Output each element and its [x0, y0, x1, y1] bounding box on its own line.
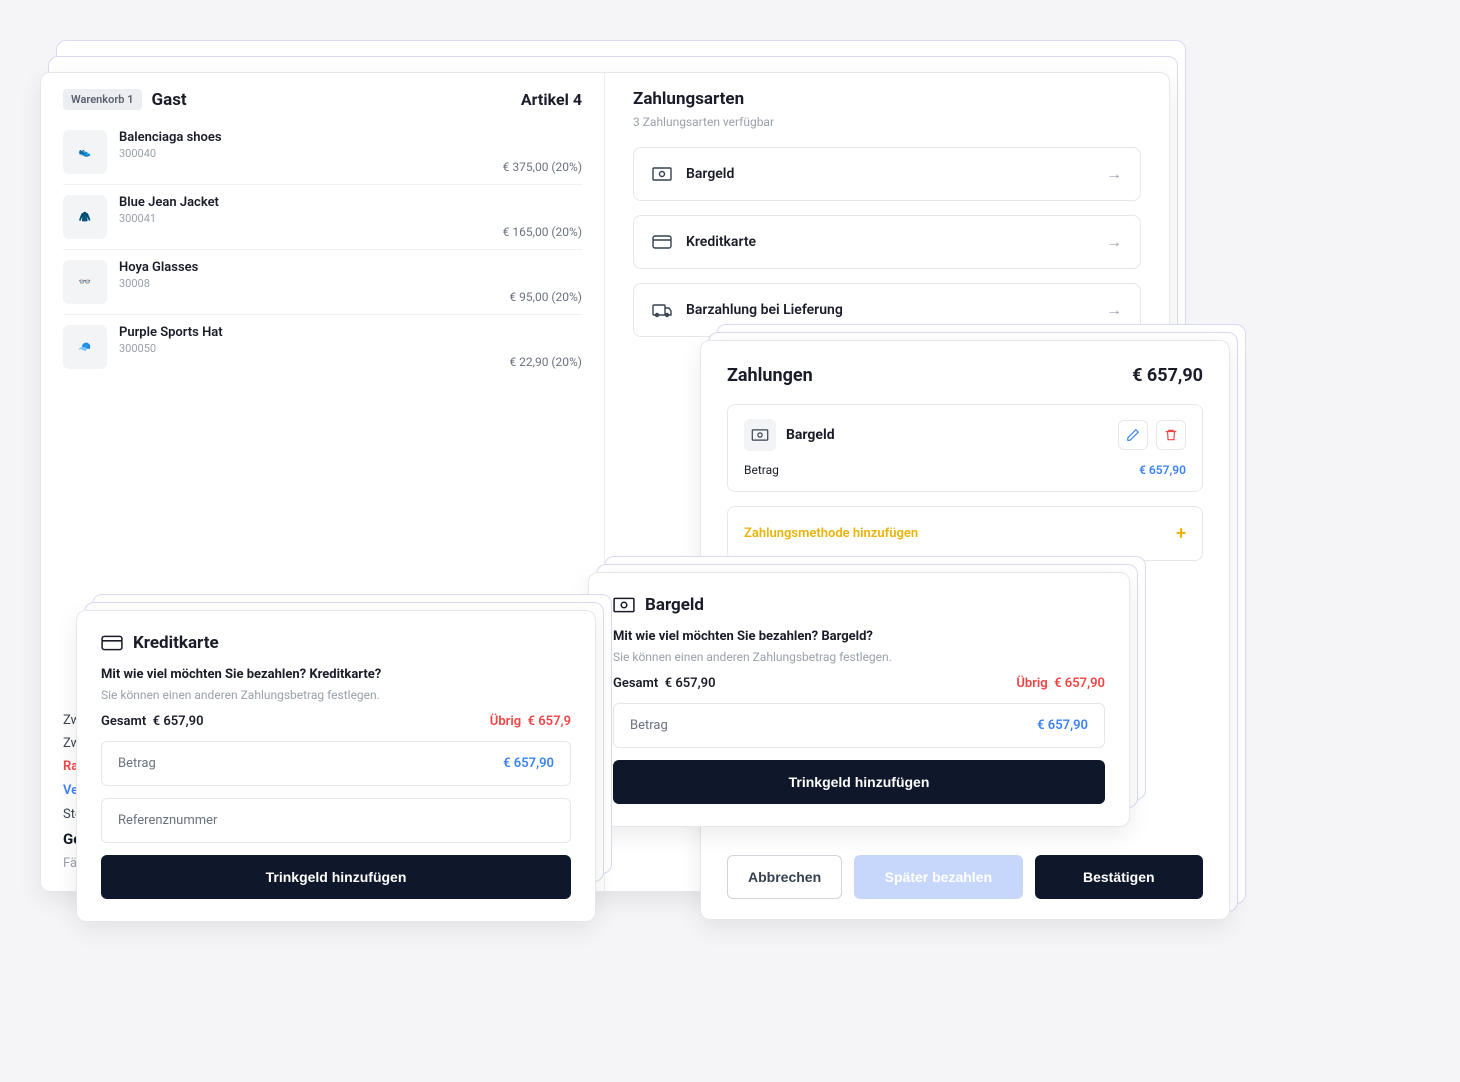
item-image: 🧢 [63, 325, 107, 369]
payments-total: € 657,90 [1132, 365, 1203, 386]
cash-payment-modal: Bargeld Mit wie viel möchten Sie bezahle… [588, 572, 1130, 827]
item-price: € 165,00 (20%) [503, 225, 582, 239]
total-label: Gesamt [613, 676, 658, 691]
add-tip-button[interactable]: Trinkgeld hinzufügen [613, 760, 1105, 804]
remaining-value: € 657,9 [528, 714, 571, 729]
cart-item[interactable]: 🧥 Blue Jean Jacket 300041 € 165,00 (20%) [63, 185, 582, 250]
cart-badge: Warenkorb 1 [63, 89, 142, 110]
payment-option-creditcard[interactable]: Kreditkarte → [633, 215, 1141, 269]
payment-amount-value: € 657,90 [1139, 463, 1186, 477]
credit-modal-subtitle: Sie können einen anderen Zahlungsbetrag … [101, 688, 571, 702]
creditcard-payment-modal: Kreditkarte Mit wie viel möchten Sie bez… [76, 610, 596, 922]
payment-option-label: Barzahlung bei Lieferung [686, 302, 1106, 318]
cart-item[interactable]: 🧢 Purple Sports Hat 300050 € 22,90 (20%) [63, 315, 582, 379]
item-price: € 22,90 (20%) [509, 355, 582, 369]
arrow-right-icon: → [1106, 232, 1122, 252]
credit-modal-title: Kreditkarte [133, 633, 219, 653]
delivery-icon [652, 302, 672, 318]
payment-option-label: Kreditkarte [686, 234, 1106, 250]
item-price: € 375,00 (20%) [503, 160, 582, 174]
delete-payment-button[interactable] [1156, 420, 1186, 450]
arrow-right-icon: → [1106, 300, 1122, 320]
creditcard-icon [652, 235, 672, 249]
pay-later-button[interactable]: Später bezahlen [854, 855, 1022, 899]
creditcard-icon [101, 635, 123, 651]
amount-label: Betrag [630, 718, 668, 733]
item-sku: 300041 [119, 212, 503, 225]
item-name: Balenciaga shoes [119, 130, 503, 145]
item-name: Hoya Glasses [119, 260, 509, 275]
cart-item[interactable]: 👓 Hoya Glasses 30008 € 95,00 (20%) [63, 250, 582, 315]
cart-guest-name: Gast [152, 90, 521, 110]
add-payment-label: Zahlungsmethode hinzufügen [744, 526, 918, 541]
edit-payment-button[interactable] [1118, 420, 1148, 450]
payment-methods-subtitle: 3 Zahlungsarten verfügbar [633, 115, 1141, 129]
payments-title: Zahlungen [727, 365, 813, 386]
cancel-button[interactable]: Abbrechen [727, 855, 842, 899]
item-name: Purple Sports Hat [119, 325, 509, 340]
cash-modal-subtitle: Sie können einen anderen Zahlungsbetrag … [613, 650, 1105, 664]
add-payment-method-button[interactable]: Zahlungsmethode hinzufügen + [727, 506, 1203, 561]
payment-option-cash[interactable]: Bargeld → [633, 147, 1141, 201]
item-image: 👓 [63, 260, 107, 304]
remaining-label: Übrig [490, 714, 521, 729]
arrow-right-icon: → [1106, 164, 1122, 184]
total-value: € 657,90 [153, 714, 204, 729]
item-image: 🧥 [63, 195, 107, 239]
reference-label: Referenznummer [118, 813, 217, 828]
cash-icon [652, 167, 672, 181]
payment-methods-title: Zahlungsarten [633, 89, 1141, 109]
item-name: Blue Jean Jacket [119, 195, 503, 210]
item-image: 👟 [63, 130, 107, 174]
item-sku: 30008 [119, 277, 509, 290]
remaining-value: € 657,90 [1054, 676, 1105, 691]
total-label: Gesamt [101, 714, 146, 729]
amount-value: € 657,90 [1037, 718, 1088, 733]
cash-icon [613, 597, 635, 613]
cash-modal-title: Bargeld [645, 595, 704, 615]
amount-label: Betrag [118, 756, 156, 771]
credit-modal-question: Mit wie viel möchten Sie bezahlen? Kredi… [101, 667, 571, 682]
payment-amount-label: Betrag [744, 463, 779, 477]
reference-input[interactable]: Referenznummer [101, 798, 571, 843]
confirm-button[interactable]: Bestätigen [1035, 855, 1203, 899]
remaining-label: Übrig [1016, 676, 1047, 691]
cart-article-count: Artikel 4 [521, 90, 582, 109]
payment-method-label: Bargeld [786, 427, 1118, 443]
plus-icon: + [1176, 523, 1186, 544]
payment-option-label: Bargeld [686, 166, 1106, 182]
item-sku: 300050 [119, 342, 509, 355]
item-price: € 95,00 (20%) [509, 290, 582, 304]
add-tip-button[interactable]: Trinkgeld hinzufügen [101, 855, 571, 899]
amount-value: € 657,90 [503, 756, 554, 771]
amount-input[interactable]: Betrag € 657,90 [101, 741, 571, 786]
cart-item[interactable]: 👟 Balenciaga shoes 300040 € 375,00 (20%) [63, 120, 582, 185]
total-value: € 657,90 [665, 676, 716, 691]
cash-modal-question: Mit wie viel möchten Sie bezahlen? Barge… [613, 629, 1105, 644]
amount-input[interactable]: Betrag € 657,90 [613, 703, 1105, 748]
cash-icon [744, 419, 776, 451]
payment-method-box: Bargeld Betrag € 657,90 [727, 404, 1203, 492]
item-sku: 300040 [119, 147, 503, 160]
